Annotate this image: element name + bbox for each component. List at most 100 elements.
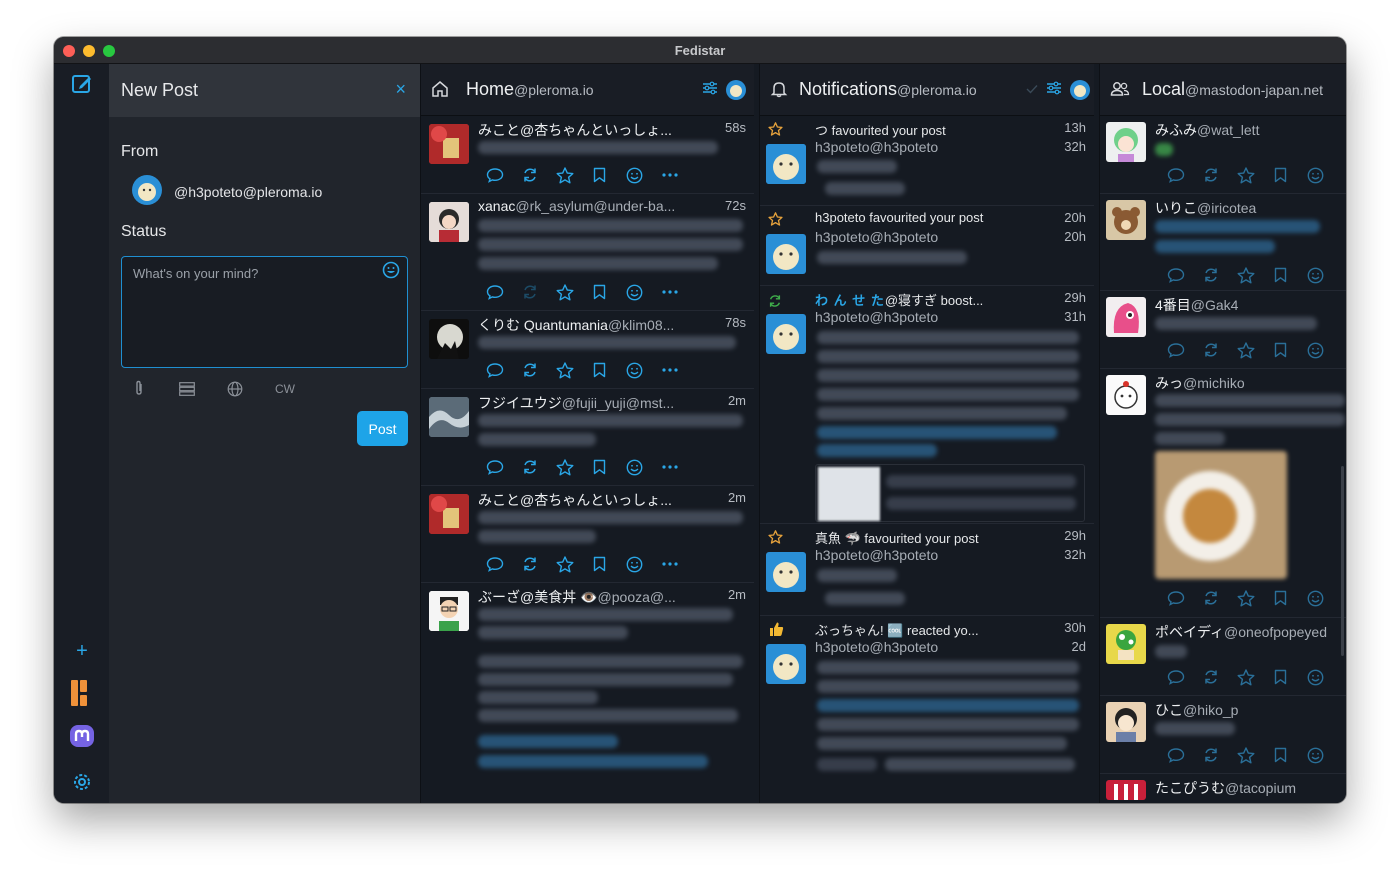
post-time[interactable]: 78s [725, 315, 746, 330]
timeline-post[interactable]: みこと@杏ちゃんといっしょ... 2m [421, 486, 754, 583]
post-time[interactable]: 2m [728, 490, 746, 505]
emoji-reaction-icon[interactable] [624, 283, 645, 301]
close-icon[interactable]: × [395, 79, 406, 100]
status-time[interactable]: 32h [1064, 547, 1086, 562]
boost-icon[interactable] [1200, 341, 1221, 359]
timeline-post[interactable]: くりむ Quantumania@klim08... 78s [421, 311, 754, 389]
link-preview-card[interactable] [815, 464, 1085, 522]
emoji-reaction-icon[interactable] [1305, 266, 1326, 284]
post-time[interactable]: 2m [728, 587, 746, 602]
bookmark-icon[interactable] [589, 361, 610, 379]
post-author[interactable]: フジイユウジ@fujii_yuji@mst... [478, 393, 674, 413]
reply-icon[interactable] [484, 458, 505, 476]
reply-icon[interactable] [1165, 589, 1186, 607]
reply-icon[interactable] [484, 555, 505, 573]
favourite-star-icon[interactable] [554, 555, 575, 573]
more-options-icon[interactable] [659, 283, 680, 301]
notification-account[interactable]: h3poteto@h3poteto [815, 309, 938, 325]
post-author[interactable]: ぶーざ@美食丼 👁️@pooza@... [478, 587, 676, 607]
post-author[interactable]: ポベイディ@oneofpopeyed [1155, 622, 1327, 642]
avatar[interactable] [429, 202, 469, 242]
timeline-post[interactable]: たこぴうむ@tacopium [1100, 774, 1346, 803]
notification-item[interactable]: わ ん せ た@寝すぎ boost... 29h h3poteto@h3pote… [760, 286, 1094, 524]
post-author[interactable]: いりこ@iricotea [1155, 198, 1256, 218]
post-time[interactable]: 72s [725, 198, 746, 213]
bookmark-icon[interactable] [1270, 266, 1291, 284]
favourite-star-icon[interactable] [1235, 589, 1256, 607]
status-time[interactable]: 31h [1064, 309, 1086, 324]
avatar[interactable] [429, 397, 469, 437]
avatar[interactable] [1106, 624, 1146, 664]
favourite-star-icon[interactable] [554, 166, 575, 184]
mastodon-logo-icon[interactable] [68, 723, 96, 751]
timeline-post[interactable]: xanac@rk_asylum@under-ba... 72s [421, 194, 754, 311]
reply-icon[interactable] [1165, 746, 1186, 764]
post-time[interactable]: 58s [725, 120, 746, 135]
timeline-post[interactable]: 4番目@Gak4 [1100, 291, 1346, 369]
boost-icon[interactable] [1200, 746, 1221, 764]
favourite-star-icon[interactable] [554, 361, 575, 379]
reply-icon[interactable] [1165, 341, 1186, 359]
filter-settings-icon[interactable] [702, 81, 718, 100]
emoji-reaction-icon[interactable] [624, 166, 645, 184]
emoji-reaction-icon[interactable] [1305, 341, 1326, 359]
post-button[interactable]: Post [357, 411, 408, 446]
content-warning-button[interactable]: CW [275, 382, 295, 396]
reply-icon[interactable] [484, 166, 505, 184]
avatar[interactable] [1106, 122, 1146, 162]
notification-item[interactable]: つ favourited your post 13h h3poteto@h3po… [760, 116, 1094, 206]
plus-icon[interactable]: + [68, 637, 96, 665]
avatar[interactable] [766, 234, 806, 274]
poll-icon[interactable] [179, 382, 195, 399]
post-author[interactable]: みこと@杏ちゃんといっしょ... [478, 490, 672, 510]
post-author[interactable]: ひこ@hiko_p [1155, 700, 1238, 720]
avatar[interactable] [429, 319, 469, 359]
emoji-reaction-icon[interactable] [1305, 589, 1326, 607]
globe-icon[interactable] [227, 381, 243, 400]
favourite-star-icon[interactable] [1235, 341, 1256, 359]
favourite-star-icon[interactable] [1235, 166, 1256, 184]
avatar[interactable] [1106, 297, 1146, 337]
status-textarea[interactable]: What's on your mind? [121, 256, 408, 368]
post-author[interactable]: みこと@杏ちゃんといっしょ... [478, 120, 672, 140]
timeline-post[interactable]: ひこ@hiko_p [1100, 696, 1346, 774]
home-timeline[interactable]: みこと@杏ちゃんといっしょ... 58s xanac@rk_asylum@und… [421, 116, 754, 803]
post-author[interactable]: 4番目@Gak4 [1155, 295, 1238, 315]
status-time[interactable]: 20h [1064, 229, 1086, 244]
bookmark-icon[interactable] [1270, 166, 1291, 184]
bookmark-icon[interactable] [589, 458, 610, 476]
more-options-icon[interactable] [659, 361, 680, 379]
reply-icon[interactable] [484, 283, 505, 301]
timeline-post[interactable]: みふみ@wat_lett [1100, 116, 1346, 194]
favourite-star-icon[interactable] [1235, 266, 1256, 284]
reply-icon[interactable] [1165, 266, 1186, 284]
bookmark-icon[interactable] [1270, 668, 1291, 686]
emoji-reaction-icon[interactable] [1305, 668, 1326, 686]
post-author[interactable]: くりむ Quantumania@klim08... [478, 315, 674, 335]
avatar[interactable] [766, 552, 806, 592]
reply-icon[interactable] [1165, 668, 1186, 686]
timeline-post[interactable]: いりこ@iricotea [1100, 194, 1346, 291]
notification-item[interactable]: h3poteto favourited your post 20h h3pote… [760, 206, 1094, 286]
avatar[interactable] [1106, 780, 1146, 800]
timeline-post[interactable]: ぶーざ@美食丼 👁️@pooza@... 2m [421, 583, 754, 803]
bookmark-icon[interactable] [589, 555, 610, 573]
post-time[interactable]: 2m [728, 393, 746, 408]
emoji-reaction-icon[interactable] [624, 555, 645, 573]
account-avatar[interactable] [1070, 80, 1090, 100]
emoji-reaction-icon[interactable] [1305, 166, 1326, 184]
filter-settings-icon[interactable] [1046, 81, 1062, 100]
notifications-list[interactable]: つ favourited your post 13h h3poteto@h3po… [760, 116, 1094, 803]
bookmark-icon[interactable] [1270, 746, 1291, 764]
notification-item[interactable]: 真魚 🦈 favourited your post 29h h3poteto@h… [760, 524, 1094, 616]
paperclip-icon[interactable] [133, 380, 145, 399]
from-account[interactable]: @h3poteto@pleroma.io [174, 184, 322, 200]
avatar[interactable] [429, 494, 469, 534]
mark-read-check-icon[interactable] [1026, 81, 1038, 99]
compose-icon[interactable] [68, 70, 96, 98]
bookmark-icon[interactable] [1270, 341, 1291, 359]
emoji-reaction-icon[interactable] [624, 458, 645, 476]
bookmark-icon[interactable] [589, 166, 610, 184]
more-options-icon[interactable] [659, 458, 680, 476]
bookmark-icon[interactable] [1270, 589, 1291, 607]
